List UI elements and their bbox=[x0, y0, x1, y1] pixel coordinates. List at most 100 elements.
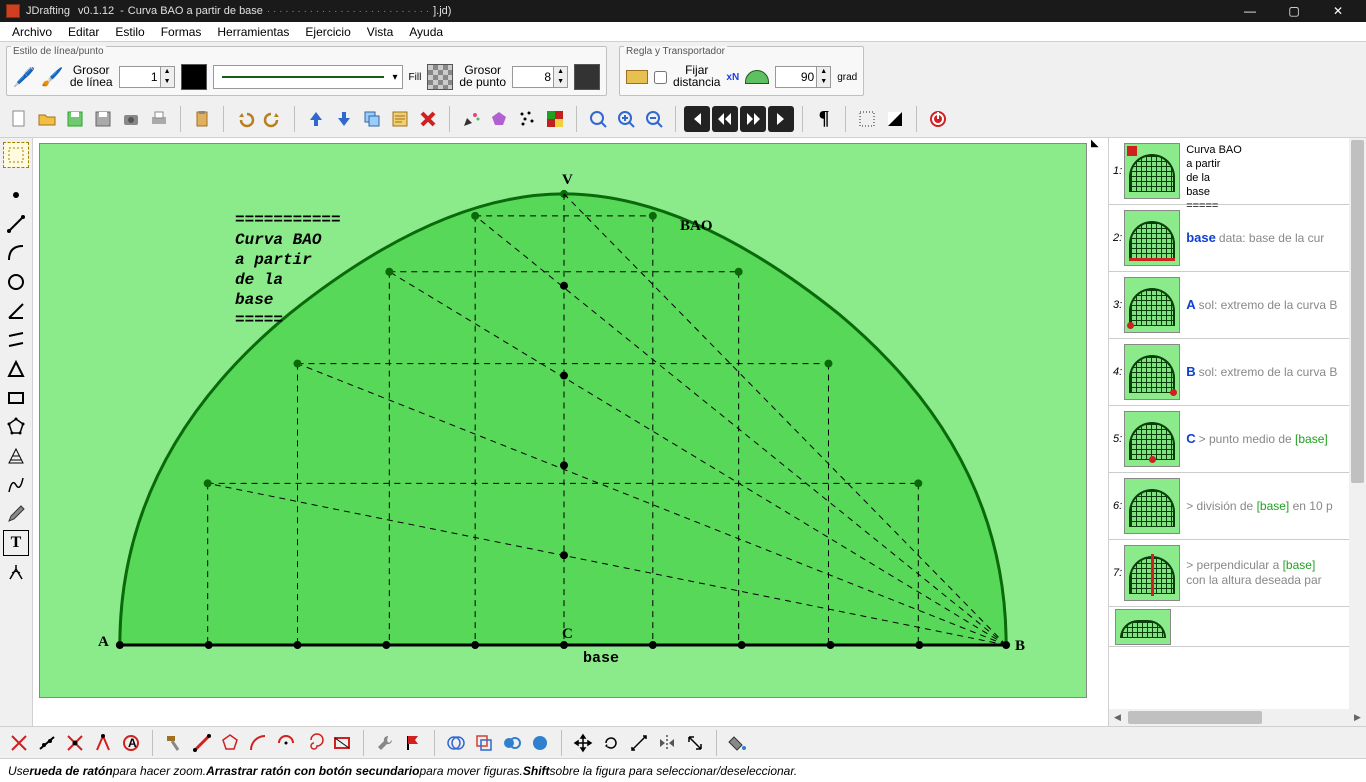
tool-circles-blue[interactable] bbox=[499, 730, 525, 756]
save-as-button[interactable] bbox=[90, 106, 116, 132]
point-tool[interactable] bbox=[3, 182, 29, 208]
power-button[interactable] bbox=[925, 106, 951, 132]
protractor-icon[interactable] bbox=[745, 70, 769, 84]
tool-divide[interactable] bbox=[34, 730, 60, 756]
open-button[interactable] bbox=[34, 106, 60, 132]
palette-button[interactable] bbox=[542, 106, 568, 132]
snapshot-button[interactable] bbox=[118, 106, 144, 132]
tool-mirror-v[interactable] bbox=[682, 730, 708, 756]
grid-button[interactable] bbox=[854, 106, 880, 132]
tool-wrench[interactable] bbox=[372, 730, 398, 756]
undo-button[interactable] bbox=[232, 106, 258, 132]
fix-distance-checkbox[interactable] bbox=[654, 71, 667, 84]
new-doc-button[interactable] bbox=[6, 106, 32, 132]
tool-move[interactable] bbox=[570, 730, 596, 756]
tool-rotate[interactable] bbox=[598, 730, 624, 756]
nav-prev-button[interactable] bbox=[712, 106, 738, 132]
tool-bucket[interactable] bbox=[725, 730, 751, 756]
tool-scale[interactable] bbox=[626, 730, 652, 756]
zoom-out-button[interactable] bbox=[641, 106, 667, 132]
curve-tool[interactable] bbox=[3, 472, 29, 498]
polygon-tool[interactable] bbox=[3, 414, 29, 440]
step-6[interactable]: 6: > división de [base] en 10 p bbox=[1109, 473, 1366, 540]
nav-next-button[interactable] bbox=[740, 106, 766, 132]
menu-archivo[interactable]: Archivo bbox=[4, 23, 60, 41]
fill-color-swatch[interactable] bbox=[427, 64, 453, 90]
tool-flag[interactable] bbox=[400, 730, 426, 756]
tool-mirror-h[interactable] bbox=[654, 730, 680, 756]
menu-vista[interactable]: Vista bbox=[359, 23, 401, 41]
maximize-button[interactable]: ▢ bbox=[1272, 0, 1316, 22]
steps-scrollbar-horizontal[interactable]: ◀ ▶ bbox=[1109, 709, 1366, 726]
step-1[interactable]: 1: =========== Curva BAO a partir de la … bbox=[1109, 138, 1366, 205]
zoom-in-button[interactable] bbox=[613, 106, 639, 132]
hatch-tool[interactable] bbox=[3, 443, 29, 469]
scatter-button[interactable] bbox=[514, 106, 540, 132]
tool-hammer[interactable] bbox=[161, 730, 187, 756]
select-tool[interactable] bbox=[3, 142, 29, 168]
move-up-button[interactable] bbox=[303, 106, 329, 132]
close-button[interactable]: ✕ bbox=[1316, 0, 1360, 22]
save-button[interactable] bbox=[62, 106, 88, 132]
triangle-tool[interactable] bbox=[3, 356, 29, 382]
copy-button[interactable] bbox=[359, 106, 385, 132]
xn-label[interactable]: xN bbox=[726, 72, 739, 83]
contrast-button[interactable] bbox=[882, 106, 908, 132]
line-tool[interactable] bbox=[3, 211, 29, 237]
brush-icon[interactable]: 🖌️ bbox=[41, 67, 63, 88]
tool-circle-fill[interactable] bbox=[527, 730, 553, 756]
step-list[interactable]: 1: =========== Curva BAO a partir de la … bbox=[1109, 138, 1366, 709]
redo-button[interactable] bbox=[260, 106, 286, 132]
steps-scrollbar-vertical[interactable] bbox=[1349, 138, 1366, 709]
angle-spinner[interactable]: ▲▼ bbox=[775, 66, 831, 88]
tool-offset[interactable] bbox=[471, 730, 497, 756]
menu-editar[interactable]: Editar bbox=[60, 23, 107, 41]
line-thickness-spinner[interactable]: ▲▼ bbox=[119, 66, 175, 88]
tool-poly-red[interactable] bbox=[217, 730, 243, 756]
step-4[interactable]: 4: B sol: extremo de la curva B bbox=[1109, 339, 1366, 406]
menu-herramientas[interactable]: Herramientas bbox=[209, 23, 297, 41]
scroll-left-arrow[interactable]: ◀ bbox=[1109, 709, 1126, 726]
parallel-tool[interactable] bbox=[3, 327, 29, 353]
scroll-right-arrow[interactable]: ▶ bbox=[1349, 709, 1366, 726]
tool-compass-red[interactable] bbox=[90, 730, 116, 756]
ruler-icon[interactable] bbox=[626, 70, 648, 84]
step-8-partial[interactable] bbox=[1109, 607, 1366, 647]
menu-estilo[interactable]: Estilo bbox=[107, 23, 152, 41]
tool-venn[interactable] bbox=[443, 730, 469, 756]
arc-tool[interactable] bbox=[3, 240, 29, 266]
tool-arc-red[interactable] bbox=[245, 730, 271, 756]
circle-tool[interactable] bbox=[3, 269, 29, 295]
eyedropper-icon[interactable]: 🖊️ bbox=[13, 67, 35, 88]
canvas-area[interactable]: =========== Curva BAO a partir de la bas… bbox=[33, 138, 1108, 726]
drawing-canvas[interactable]: =========== Curva BAO a partir de la bas… bbox=[39, 143, 1087, 698]
color-tool-button[interactable] bbox=[458, 106, 484, 132]
menu-ayuda[interactable]: Ayuda bbox=[401, 23, 451, 41]
step-3[interactable]: 3: A sol: extremo de la curva B bbox=[1109, 272, 1366, 339]
tool-x-red[interactable] bbox=[6, 730, 32, 756]
pencil-tool[interactable] bbox=[3, 501, 29, 527]
tool-arc-point[interactable]: A bbox=[118, 730, 144, 756]
notes-button[interactable] bbox=[387, 106, 413, 132]
nav-first-button[interactable] bbox=[684, 106, 710, 132]
angle-tool[interactable] bbox=[3, 298, 29, 324]
nav-last-button[interactable] bbox=[768, 106, 794, 132]
compass-tool[interactable] bbox=[3, 559, 29, 585]
step-5[interactable]: 5: C > punto medio de [base] bbox=[1109, 406, 1366, 473]
tool-line-red[interactable] bbox=[189, 730, 215, 756]
point-thickness-spinner[interactable]: ▲▼ bbox=[512, 66, 568, 88]
minimize-button[interactable]: — bbox=[1228, 0, 1272, 22]
menu-formas[interactable]: Formas bbox=[153, 23, 210, 41]
tool-intersect[interactable] bbox=[62, 730, 88, 756]
rectangle-tool[interactable] bbox=[3, 385, 29, 411]
menu-ejercicio[interactable]: Ejercicio bbox=[297, 23, 358, 41]
zoom-fit-button[interactable] bbox=[585, 106, 611, 132]
point-color-swatch[interactable] bbox=[574, 64, 600, 90]
tool-arc2-red[interactable] bbox=[273, 730, 299, 756]
print-button[interactable] bbox=[146, 106, 172, 132]
move-down-button[interactable] bbox=[331, 106, 357, 132]
tool-spiral-red[interactable] bbox=[301, 730, 327, 756]
line-style-combo[interactable] bbox=[213, 65, 403, 89]
step-2[interactable]: 2: base data: base de la cur bbox=[1109, 205, 1366, 272]
pilcrow-button[interactable]: ¶ bbox=[811, 106, 837, 132]
